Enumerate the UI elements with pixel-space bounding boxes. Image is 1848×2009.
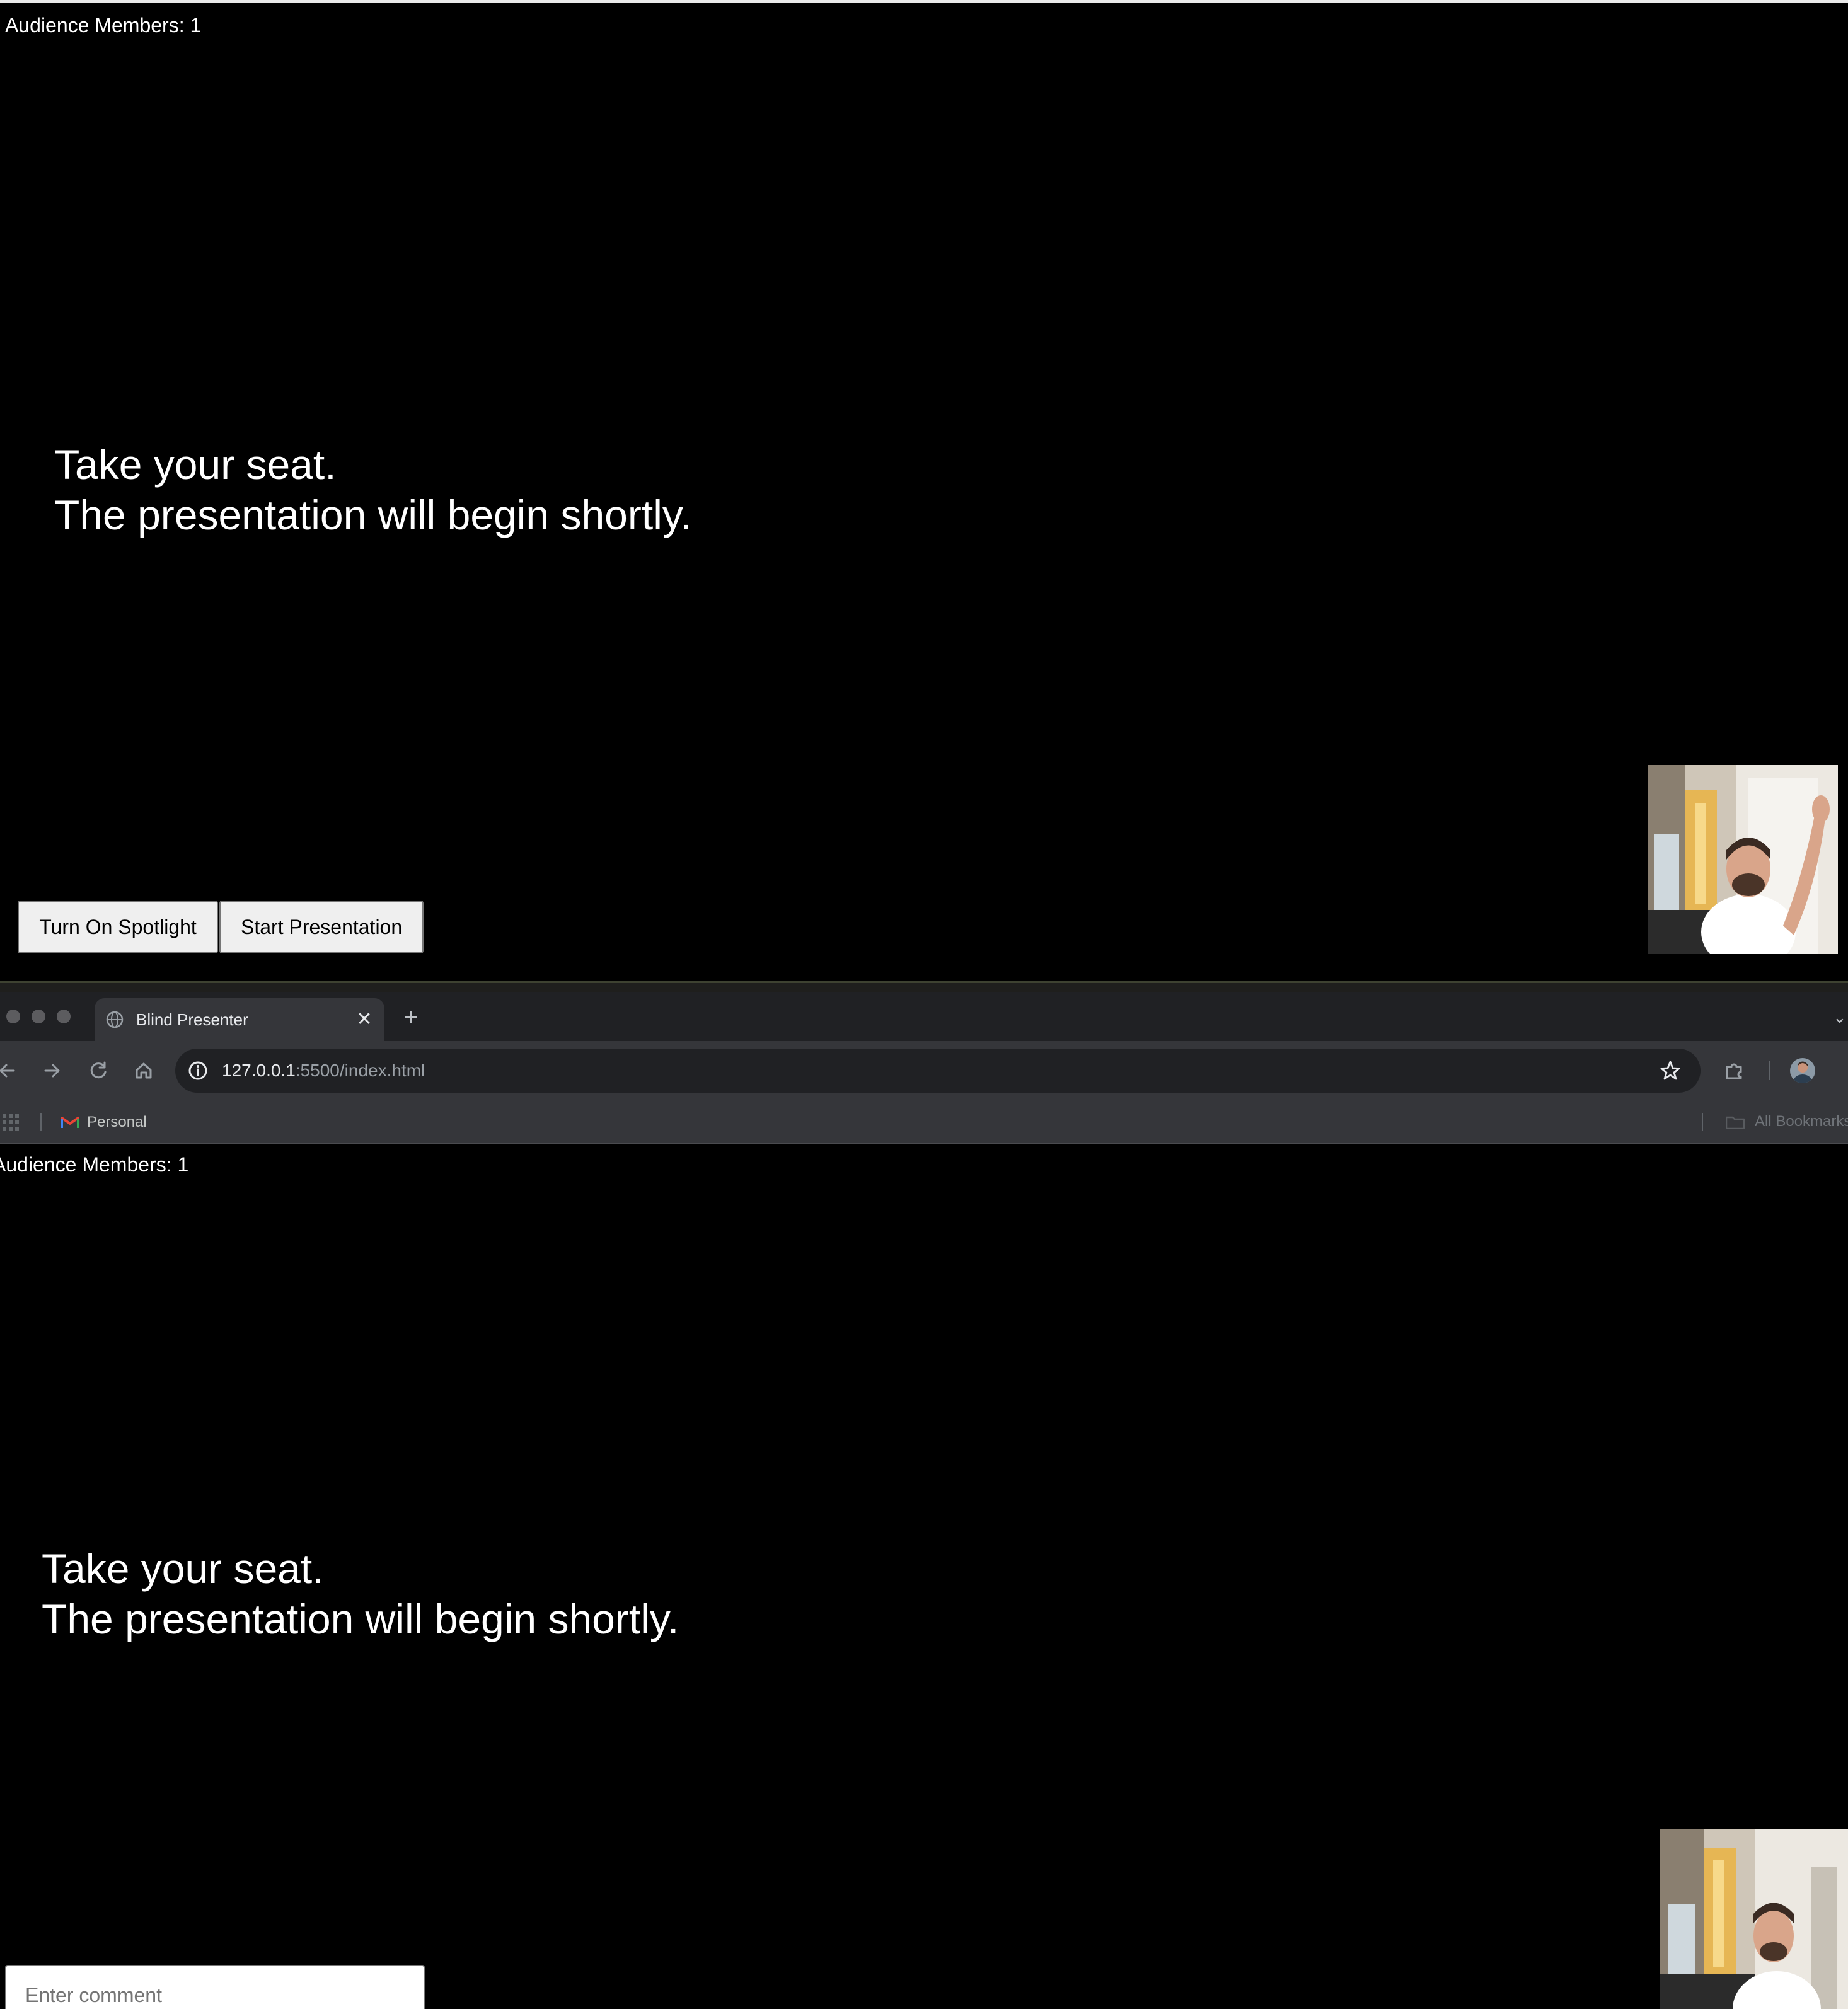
waiting-message-line-2: The presentation will begin shortly. <box>42 1596 679 1642</box>
window-divider <box>0 981 1848 992</box>
address-bar[interactable]: 127.0.0.1:5500/index.html <box>175 1049 1701 1093</box>
waiting-message: Take your seat. The presentation will be… <box>54 439 691 540</box>
chevron-down-icon[interactable]: ⌄ <box>1833 1004 1848 1030</box>
audience-count: Audience Members: 1 <box>0 1153 189 1176</box>
browser-window-chrome: Blind Presenter ✕ + ⌄ 127.0.0.1:5500/ind… <box>0 992 1848 1144</box>
arrow-left-icon[interactable] <box>0 1057 21 1085</box>
puzzle-icon[interactable] <box>1721 1057 1748 1085</box>
plus-icon[interactable]: + <box>398 1004 424 1030</box>
info-icon[interactable] <box>187 1059 209 1082</box>
presenter-webcam-video <box>1648 765 1838 954</box>
home-icon[interactable] <box>130 1057 158 1085</box>
tab-strip: Blind Presenter ✕ + ⌄ <box>0 992 1848 1041</box>
start-presentation-button[interactable]: Start Presentation <box>219 901 424 953</box>
kebab-menu-icon[interactable]: ⋮ <box>1842 1060 1848 1081</box>
window-zoom-control[interactable] <box>57 1010 71 1023</box>
folder-icon <box>1725 1115 1745 1130</box>
window-top-edge <box>0 0 1848 3</box>
all-bookmarks-label[interactable]: All Bookmarks <box>1755 1100 1848 1143</box>
turn-on-spotlight-button[interactable]: Turn On Spotlight <box>18 901 218 953</box>
star-icon[interactable] <box>1658 1058 1683 1083</box>
url-host: 127.0.0.1 <box>222 1061 296 1080</box>
waiting-message-line-1: Take your seat. <box>54 441 337 488</box>
apps-grid-icon[interactable] <box>3 1114 19 1131</box>
audience-view: Audience Members: 1 Take your seat. The … <box>0 1144 1848 2009</box>
toolbar-divider <box>1769 1061 1770 1080</box>
url-path: :5500/index.html <box>295 1061 425 1080</box>
waiting-message: Take your seat. The presentation will be… <box>42 1543 679 1644</box>
tab-title: Blind Presenter <box>136 1010 248 1029</box>
comment-input[interactable] <box>5 1965 425 2009</box>
browser-toolbar: 127.0.0.1:5500/index.html ⋮ <box>0 1041 1848 1100</box>
bookmarks-divider-right <box>1702 1113 1703 1131</box>
window-minimize-control[interactable] <box>32 1010 45 1023</box>
bookmarks-bar: Personal All Bookmarks <box>0 1100 1848 1144</box>
audience-webcam-video <box>1660 1829 1848 2009</box>
presenter-view: Audience Members: 1 Take your seat. The … <box>0 0 1848 981</box>
close-icon[interactable]: ✕ <box>352 1007 377 1032</box>
reload-icon[interactable] <box>84 1057 112 1085</box>
avatar[interactable] <box>1790 1058 1815 1083</box>
audience-count: Audience Members: 1 <box>5 14 202 37</box>
arrow-right-icon[interactable] <box>38 1057 66 1085</box>
gmail-icon <box>61 1115 79 1129</box>
globe-icon <box>106 1011 124 1028</box>
bookmark-personal[interactable]: Personal <box>61 1114 155 1131</box>
tab-blind-presenter[interactable]: Blind Presenter ✕ <box>95 998 384 1041</box>
url-text: 127.0.0.1:5500/index.html <box>222 1049 425 1093</box>
bookmark-personal-label: Personal <box>87 1114 147 1131</box>
waiting-message-line-1: Take your seat. <box>42 1545 324 1592</box>
bookmarks-divider <box>40 1113 42 1131</box>
waiting-message-line-2: The presentation will begin shortly. <box>54 492 692 538</box>
window-close-control[interactable] <box>6 1010 20 1023</box>
